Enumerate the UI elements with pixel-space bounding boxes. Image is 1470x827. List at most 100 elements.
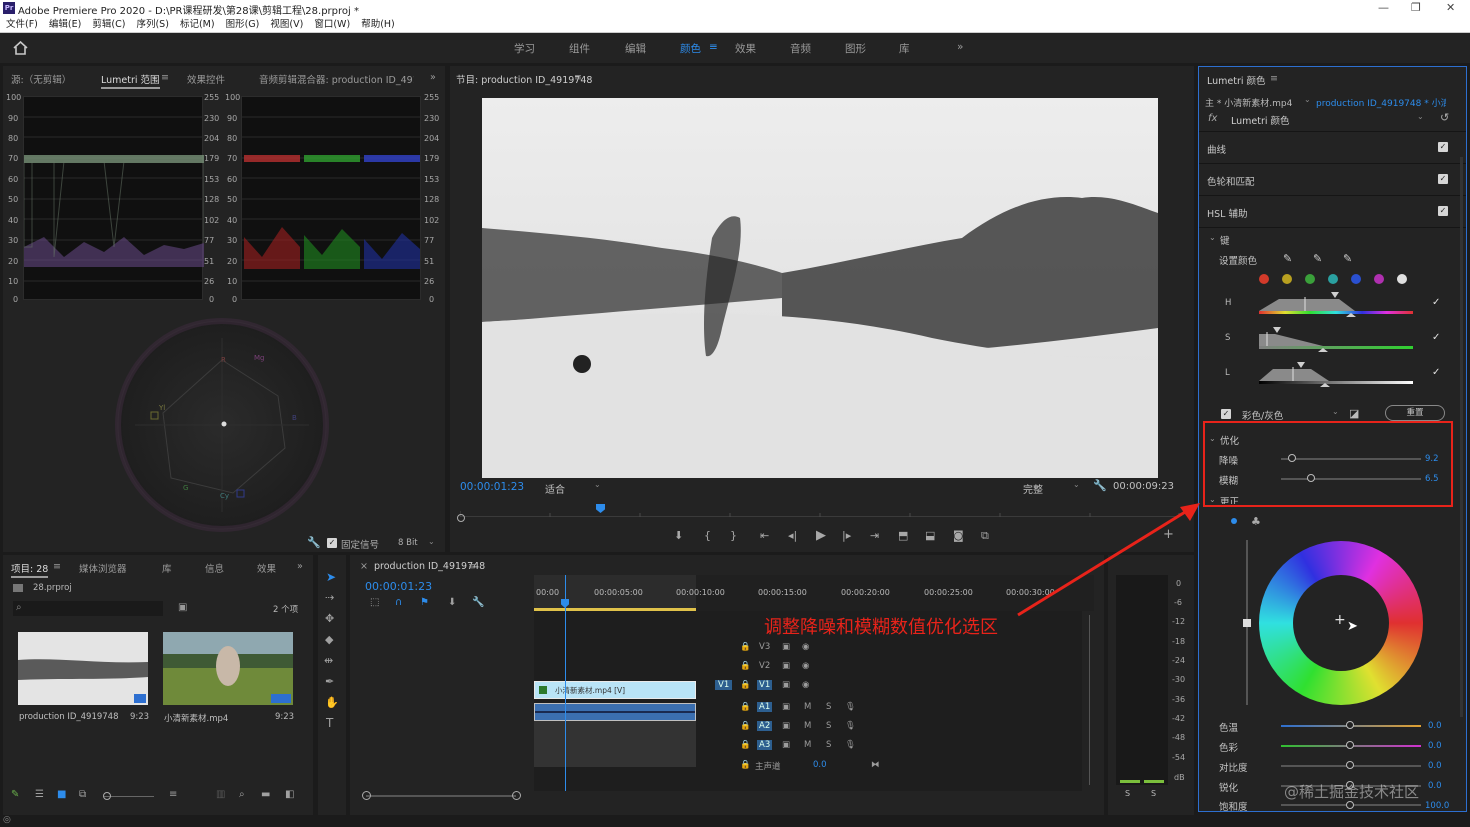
- minimize-button[interactable]: —: [1378, 1, 1389, 14]
- automate-icon[interactable]: ▥: [216, 789, 225, 800]
- color-swatch[interactable]: [1397, 274, 1407, 284]
- tab-project[interactable]: 项目: 28: [11, 561, 49, 578]
- zoom-knob-icon[interactable]: [457, 514, 465, 522]
- workspace-libraries[interactable]: 库: [899, 41, 910, 56]
- scroll-knob-right[interactable]: [512, 791, 521, 800]
- blur-value[interactable]: 6.5: [1425, 474, 1439, 484]
- quality-chevron-icon[interactable]: ⌄: [1073, 480, 1080, 489]
- razor-tool-icon[interactable]: ◆: [325, 633, 333, 646]
- go-to-end-icon[interactable]: ⧓: [871, 760, 880, 770]
- pencil-icon[interactable]: ✎: [11, 789, 19, 800]
- timeline-close-icon[interactable]: ×: [360, 561, 368, 572]
- workspace-effects[interactable]: 效果: [735, 41, 756, 56]
- extract-icon[interactable]: ⬓: [925, 529, 935, 542]
- microphone-icon[interactable]: 🎙: [845, 702, 856, 712]
- key-collapse-chevron-icon[interactable]: ⌄: [1209, 233, 1216, 242]
- sharpen-value[interactable]: 0.0: [1428, 781, 1442, 791]
- eye-icon[interactable]: ◉: [802, 642, 809, 652]
- tab-audio-clip-mixer[interactable]: 音频剪辑混合器: production ID_4919748: [259, 72, 414, 86]
- denoise-slider-knob[interactable]: [1288, 454, 1296, 462]
- effect-selector[interactable]: Lumetri 颜色: [1231, 113, 1290, 127]
- thumbnail-size-slider[interactable]: [104, 796, 154, 797]
- eyedropper-subtract-icon[interactable]: ✎: [1343, 252, 1352, 265]
- audio-clip[interactable]: [534, 703, 696, 721]
- add-marker-icon[interactable]: ⬇: [674, 529, 683, 542]
- timeline-settings-icon[interactable]: 🔧: [472, 597, 484, 608]
- temperature-slider-knob[interactable]: [1346, 721, 1354, 729]
- eye-icon[interactable]: ◉: [802, 661, 809, 671]
- color-correction-wheel[interactable]: + ➤: [1259, 541, 1423, 705]
- blur-slider-knob[interactable]: [1307, 474, 1315, 482]
- luminance-enable-check-icon[interactable]: ✓: [1432, 367, 1440, 378]
- project-overflow-icon[interactable]: »: [297, 561, 303, 572]
- eye-icon[interactable]: ◉: [802, 680, 809, 690]
- color-swatch[interactable]: [1259, 274, 1269, 284]
- blur-slider-track[interactable]: [1281, 478, 1421, 480]
- toggle-sync-icon[interactable]: ▣: [782, 661, 790, 671]
- tab-source[interactable]: 源:（无剪辑）: [11, 72, 71, 86]
- curves-enable-checkbox[interactable]: ✓: [1438, 142, 1448, 152]
- program-timecode[interactable]: 00:00:01:23: [460, 481, 524, 493]
- color-swatch[interactable]: [1282, 274, 1292, 284]
- contrast-slider-knob[interactable]: [1346, 761, 1354, 769]
- menu-marker[interactable]: 标记(M): [180, 17, 215, 32]
- timeline-menu-icon[interactable]: ≡: [468, 561, 476, 572]
- section-curves[interactable]: 曲线: [1207, 142, 1226, 156]
- eyedropper-add-icon[interactable]: ✎: [1313, 252, 1322, 265]
- fit-dropdown[interactable]: 适合: [545, 481, 565, 496]
- timeline-vertical-scrollbar[interactable]: [1089, 615, 1090, 785]
- mute-icon[interactable]: M: [804, 721, 811, 731]
- workspace-assembly[interactable]: 组件: [569, 41, 590, 56]
- toggle-sync-icon[interactable]: ▣: [782, 721, 790, 731]
- contrast-value[interactable]: 0.0: [1428, 761, 1442, 771]
- program-menu-icon[interactable]: ≡: [574, 72, 582, 83]
- tab-libraries[interactable]: 库: [162, 561, 172, 575]
- play-icon[interactable]: ▶: [816, 528, 826, 543]
- nest-icon[interactable]: ⬚: [370, 597, 379, 608]
- microphone-icon[interactable]: 🎙: [845, 740, 856, 750]
- snap-icon[interactable]: ∩: [395, 597, 402, 608]
- solo-icon[interactable]: S: [826, 740, 831, 750]
- settings-wrench-icon[interactable]: 🔧: [1093, 479, 1107, 492]
- lock-icon[interactable]: 🔒: [740, 740, 751, 750]
- toggle-sync-icon[interactable]: ▣: [782, 740, 790, 750]
- icon-view-icon[interactable]: ■: [57, 789, 66, 800]
- timeline-timecode[interactable]: 00:00:01:23: [365, 580, 432, 593]
- scroll-knob-left[interactable]: [362, 791, 371, 800]
- workspace-learn[interactable]: 学习: [514, 41, 535, 56]
- track-label[interactable]: A3: [757, 740, 773, 750]
- refine-section-label[interactable]: 优化: [1220, 433, 1239, 447]
- workspace-overflow-icon[interactable]: »: [957, 41, 963, 53]
- add-marker-timeline-icon[interactable]: ⬇: [448, 597, 456, 608]
- quality-dropdown[interactable]: 完整: [1023, 481, 1043, 496]
- toggle-sync-icon[interactable]: ▣: [782, 680, 790, 690]
- wheel-luma-knob[interactable]: [1243, 619, 1251, 627]
- solo-right-button[interactable]: S: [1151, 789, 1156, 798]
- tab-media-browser[interactable]: 媒体浏览器: [79, 561, 127, 575]
- mark-in-icon[interactable]: {: [704, 529, 711, 542]
- color-wheels-enable-checkbox[interactable]: ✓: [1438, 174, 1448, 184]
- lock-icon[interactable]: 🔒: [740, 661, 751, 671]
- mark-out-icon[interactable]: }: [730, 529, 737, 542]
- lock-icon[interactable]: 🔒: [740, 702, 751, 712]
- lumetri-scrollbar[interactable]: [1460, 157, 1463, 717]
- new-bin-bottom-icon[interactable]: ▬: [261, 789, 270, 800]
- slip-tool-icon[interactable]: ⇹: [324, 654, 333, 667]
- correction-section-label[interactable]: 更正: [1220, 494, 1239, 504]
- preview-mode-chevron-icon[interactable]: ⌄: [1332, 407, 1339, 416]
- denoise-value[interactable]: 9.2: [1425, 454, 1439, 464]
- show-mask-checkbox[interactable]: ✓: [1221, 409, 1231, 419]
- menu-file[interactable]: 文件(F): [6, 17, 38, 32]
- saturation-value[interactable]: 100.0: [1425, 801, 1449, 811]
- timeline-horizontal-scrollbar[interactable]: [366, 795, 516, 797]
- compare-view-icon[interactable]: ⧉: [981, 529, 989, 543]
- denoise-slider-track[interactable]: [1281, 458, 1421, 460]
- list-view-icon[interactable]: ☰: [35, 789, 44, 800]
- master-chevron-icon[interactable]: ⌄: [1304, 95, 1311, 104]
- microphone-icon[interactable]: 🎙: [845, 721, 856, 731]
- correction-collapse-chevron-icon[interactable]: ⌄: [1209, 495, 1216, 504]
- pen-tool-icon[interactable]: ✒: [325, 675, 334, 688]
- reset-button[interactable]: 重置: [1385, 405, 1445, 421]
- track-label[interactable]: A1: [757, 702, 773, 712]
- single-wheel-mode-icon[interactable]: [1231, 518, 1237, 524]
